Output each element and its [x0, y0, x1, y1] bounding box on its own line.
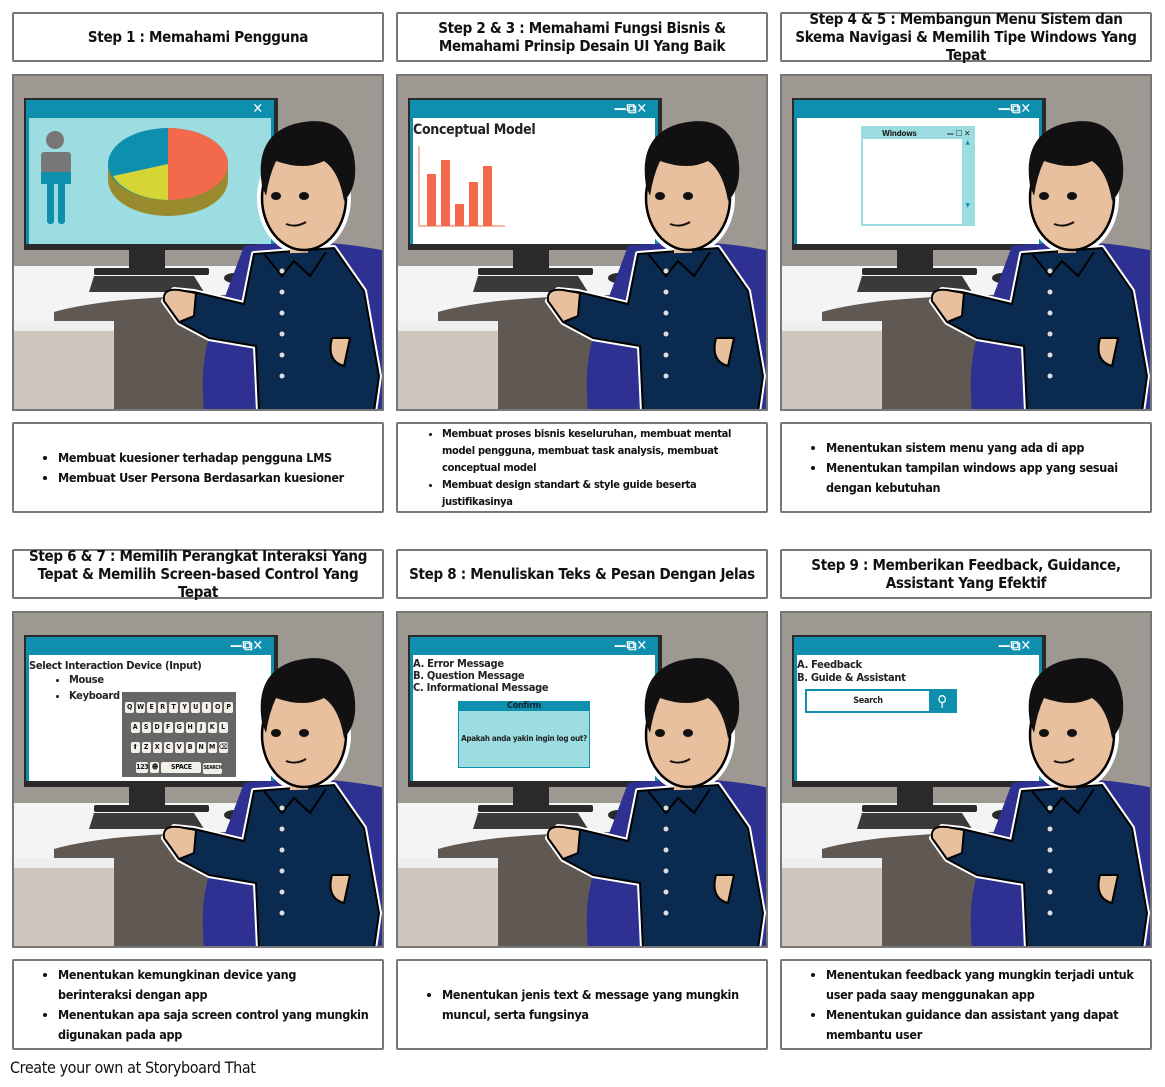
- footer-credit[interactable]: Create your own at Storyboard That: [10, 1058, 256, 1077]
- key[interactable]: J: [196, 722, 206, 733]
- key[interactable]: U: [191, 702, 200, 713]
- message-type: C. Informational Message: [413, 681, 549, 694]
- key[interactable]: S: [141, 722, 151, 733]
- caption-bullet: Menentukan jenis text & message yang mun…: [442, 985, 756, 1025]
- search-box[interactable]: Search ⚲: [805, 689, 957, 713]
- caption-bullet: Membuat User Persona Berdasarkan kuesion…: [58, 468, 344, 488]
- bar-chart-icon: [418, 146, 505, 227]
- caption-bullet: Menentukan sistem menu yang ada di app: [826, 438, 1140, 458]
- key[interactable]: N: [196, 742, 206, 753]
- key[interactable]: M: [207, 742, 217, 753]
- panel-caption: Membuat kuesioner terhadap pengguna LMSM…: [12, 422, 384, 513]
- panel-caption: Menentukan kemungkinan device yang berin…: [12, 959, 384, 1050]
- search-input[interactable]: Search: [807, 691, 929, 711]
- caption-bullet: Membuat design standart & style guide be…: [442, 476, 756, 510]
- caption-bullet: Membuat proses bisnis keseluruhan, membu…: [442, 425, 756, 476]
- window-controls[interactable]: ✕: [29, 100, 271, 118]
- mini-window: Windows — ☐ ✕ ▲ ▼: [861, 126, 975, 226]
- window-controls[interactable]: —⧉✕: [29, 637, 271, 655]
- panel-scene: —⧉✕ A. Feedback B. Guide & Assistant Sear…: [780, 611, 1152, 948]
- key[interactable]: ⬆: [130, 742, 140, 753]
- key[interactable]: X: [152, 742, 162, 753]
- panel-title: Step 2 & 3 : Memahami Fungsi Bisnis & Me…: [396, 12, 768, 62]
- monitor-screen: —⧉✕ Windows — ☐ ✕ ▲ ▼: [794, 100, 1042, 244]
- key[interactable]: F: [163, 722, 173, 733]
- panel-scene: ✕: [12, 74, 384, 411]
- panel-caption: Menentukan sistem menu yang ada di appMe…: [780, 422, 1152, 513]
- window-controls[interactable]: —⧉✕: [413, 100, 655, 118]
- panel-caption: Menentukan feedback yang mungkin terjadi…: [780, 959, 1152, 1050]
- panel-title: Step 6 & 7 : Memilih Perangkat Interaksi…: [12, 547, 384, 601]
- key[interactable]: H: [185, 722, 195, 733]
- caption-bullet: Menentukan apa saja screen control yang …: [58, 1005, 372, 1045]
- key[interactable]: G: [174, 722, 184, 733]
- key[interactable]: O: [213, 702, 222, 713]
- key[interactable]: I: [202, 702, 211, 713]
- panel-caption: Membuat proses bisnis keseluruhan, membu…: [396, 422, 768, 513]
- key[interactable]: Y: [180, 702, 189, 713]
- monitor-screen: —⧉✕ Select Interaction Device (Input) Mo…: [26, 637, 274, 781]
- panel-title: Step 4 & 5 : Membangun Menu Sistem dan S…: [780, 10, 1152, 64]
- window-controls[interactable]: —⧉✕: [797, 637, 1039, 655]
- key[interactable]: ☻: [150, 762, 160, 773]
- key[interactable]: Z: [141, 742, 151, 753]
- key[interactable]: B: [185, 742, 195, 753]
- monitor-screen: ✕: [26, 100, 274, 244]
- key[interactable]: V: [174, 742, 184, 753]
- guide-item: A. Feedback: [797, 658, 862, 671]
- panel-scene: —⧉✕ A. Error Message B. Question Message C…: [396, 611, 768, 948]
- window-controls[interactable]: —⧉✕: [413, 637, 655, 655]
- key[interactable]: R: [158, 702, 167, 713]
- caption-bullet: Menentukan feedback yang mungkin terjadi…: [826, 965, 1140, 1005]
- key[interactable]: W: [136, 702, 145, 713]
- key[interactable]: K: [207, 722, 217, 733]
- panel-title: Step 9 : Memberikan Feedback, Guidance, …: [780, 549, 1152, 599]
- persona-and-pie-chart: [41, 128, 228, 224]
- caption-bullet: Membuat kuesioner terhadap pengguna LMS: [58, 448, 344, 468]
- caption-bullet: Menentukan kemungkinan device yang berin…: [58, 965, 372, 1005]
- device-item: Mouse: [69, 672, 271, 688]
- panel-scene: —⧉✕ Conceptual Model: [396, 74, 768, 411]
- panel-scene: —⧉✕ Select Interaction Device (Input) Mo…: [12, 611, 384, 948]
- key[interactable]: P: [224, 702, 233, 713]
- guide-item: B. Guide & Assistant: [797, 671, 906, 684]
- screen-heading: Conceptual Model: [413, 122, 536, 138]
- key[interactable]: L: [218, 722, 228, 733]
- key[interactable]: SEARCH: [203, 763, 222, 774]
- confirm-dialog: Confirm Apakah anda yakin ingin log out?: [458, 701, 590, 768]
- scrollbar[interactable]: ▲ ▼: [962, 139, 973, 224]
- monitor-screen: —⧉✕ Conceptual Model: [410, 100, 658, 244]
- key[interactable]: A: [130, 722, 140, 733]
- monitor-screen: —⧉✕ A. Feedback B. Guide & Assistant Sear…: [794, 637, 1042, 781]
- panel-scene: —⧉✕ Windows — ☐ ✕ ▲ ▼: [780, 74, 1152, 411]
- caption-bullet: Menentukan guidance dan assistant yang d…: [826, 1005, 1140, 1045]
- key[interactable]: Q: [125, 702, 134, 713]
- caption-bullet: Menentukan tampilan windows app yang ses…: [826, 458, 1140, 498]
- window-controls[interactable]: —⧉✕: [797, 100, 1039, 118]
- key[interactable]: SPACE: [161, 762, 202, 773]
- monitor-screen: —⧉✕ A. Error Message B. Question Message C…: [410, 637, 658, 781]
- panel-title: Step 8 : Menuliskan Teks & Pesan Dengan …: [396, 549, 768, 599]
- panel-title: Step 1 : Memahami Pengguna: [12, 12, 384, 62]
- panel-caption: Menentukan jenis text & message yang mun…: [396, 959, 768, 1050]
- screen-heading: Select Interaction Device (Input): [29, 659, 202, 672]
- search-icon[interactable]: ⚲: [929, 691, 955, 711]
- key[interactable]: 123: [136, 762, 149, 773]
- key[interactable]: D: [152, 722, 162, 733]
- key[interactable]: C: [163, 742, 173, 753]
- key[interactable]: ⌫: [218, 742, 228, 753]
- key[interactable]: T: [169, 702, 178, 713]
- key[interactable]: E: [147, 702, 156, 713]
- keyboard-widget: Q W E R T Y U I O P A S D F G H J K L ⬆ Z X C V B N M ⌫ 123 ☻ SPACE SEA…: [122, 692, 236, 777]
